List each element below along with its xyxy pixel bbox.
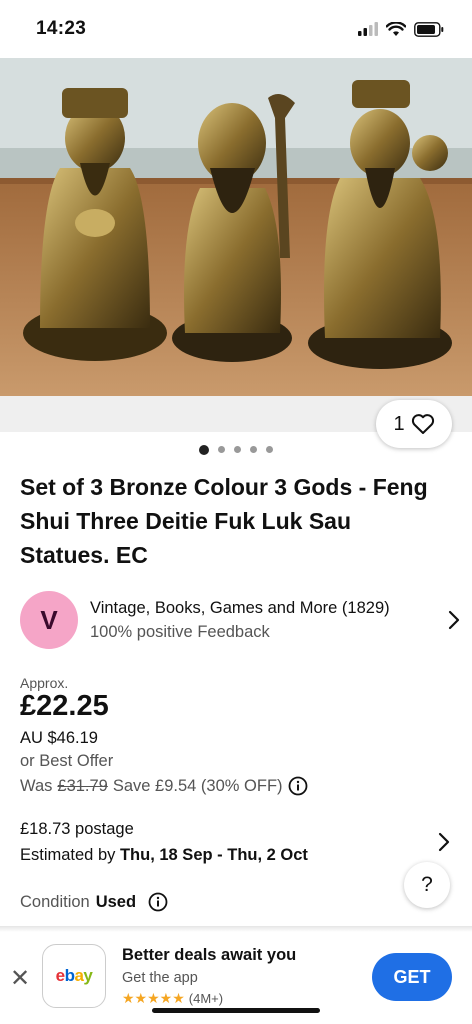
wifi-icon [386,21,406,36]
statues-photo [0,58,472,396]
price-local: AU $46.19 [20,729,98,747]
best-offer-text: or Best Offer [20,752,114,770]
estimated-dates: Thu, 18 Sep - Thu, 2 Oct [119,846,308,864]
heart-icon [411,414,434,434]
carousel-dot[interactable] [218,446,225,453]
seller-feedback: 100% positive Feedback [90,623,270,641]
carousel-dot[interactable] [234,446,241,453]
rating-count: (4M+) [188,991,224,1006]
cellular-signal-icon [358,22,378,36]
help-button[interactable]: ? [404,862,450,908]
ebay-logo: ebay [55,966,93,985]
banner-title: Better deals await you [122,946,297,964]
watch-button[interactable]: 1 [376,400,452,448]
info-icon[interactable] [288,776,308,796]
close-banner-icon[interactable]: ✕ [10,964,30,993]
was-label: Was [20,776,53,795]
price: £22.25 [20,690,109,722]
status-time: 14:23 [36,18,87,39]
banner-subtitle: Get the app [122,970,198,986]
home-indicator [152,1008,320,1013]
postage-cost: £18.73 postage [20,820,134,838]
watch-count: 1 [393,412,405,435]
approx-label: Approx. [20,675,69,691]
get-app-button[interactable]: GET [372,953,452,1001]
listing-image[interactable] [0,58,472,396]
ebay-app-icon: ebay [42,944,106,1008]
seller-avatar: V [20,591,78,649]
listing-title: Set of 3 Bronze Colour 3 Gods - Feng Shu… [20,474,428,568]
chevron-right-icon [448,610,460,630]
estimated-delivery: Estimated by Thu, 18 Sep - Thu, 2 Oct [20,846,308,865]
carousel-dot[interactable] [250,446,257,453]
shipping-chevron-right-icon[interactable] [438,832,450,852]
status-bar: 14:23 [0,0,472,58]
carousel-dot[interactable] [266,446,273,453]
battery-icon [414,21,444,37]
carousel-dot[interactable] [199,445,209,455]
seller-card[interactable]: V Vintage, Books, Games and More (1829) … [20,590,460,650]
condition-label: Condition [20,892,90,911]
app-rating: ★★★★★ (4M+) [122,990,223,1007]
was-price: £31.79 [57,776,108,795]
was-price-line: Was £31.79 Save £9.54 (30% OFF) [20,776,308,796]
condition-row: Condition Used [20,892,168,912]
save-text: Save £9.54 (30% OFF) [112,776,283,795]
status-icons [358,21,444,37]
image-carousel-dots [0,445,472,455]
condition-value: Used [95,892,137,911]
condition-info-icon[interactable] [148,892,168,912]
star-rating-icon: ★★★★★ [122,990,185,1006]
seller-name: Vintage, Books, Games and More (1829) [90,599,390,617]
estimated-label: Estimated by [20,846,116,864]
